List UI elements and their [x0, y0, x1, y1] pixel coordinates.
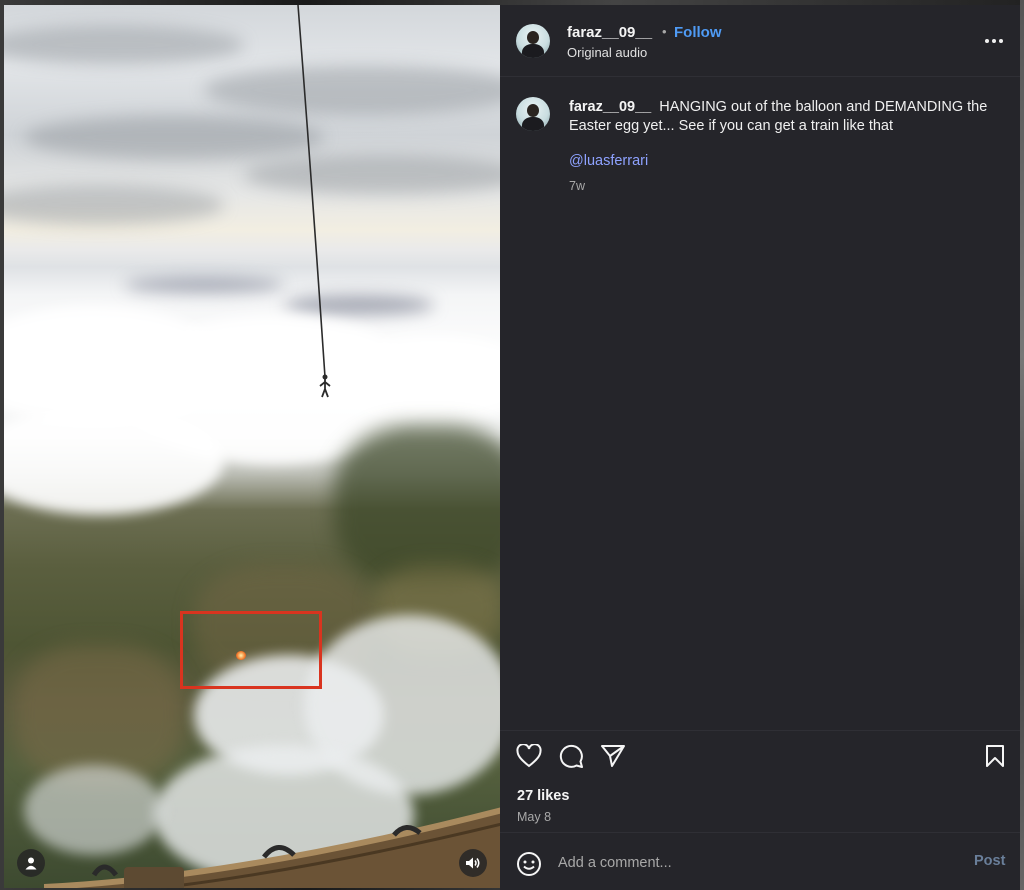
caption-timestamp[interactable]: 7w [569, 179, 585, 193]
rope [297, 5, 331, 398]
save-button[interactable] [980, 741, 1010, 771]
caption: faraz__09__ HANGING out of the balloon a… [569, 98, 989, 136]
likes-count[interactable]: 27 likes [517, 788, 569, 804]
comment-icon [559, 744, 583, 768]
volume-button[interactable] [459, 849, 487, 877]
backdrop-strip [1020, 0, 1024, 890]
post-video[interactable] [4, 5, 500, 888]
comment-button[interactable] [556, 741, 586, 771]
hanging-person [319, 374, 331, 398]
comment-bar: Post [500, 832, 1020, 890]
bookmark-icon [986, 745, 1004, 767]
highlight-box [180, 611, 322, 689]
share-button[interactable] [598, 741, 628, 771]
balloon-basket [44, 807, 500, 888]
avatar[interactable] [516, 24, 550, 58]
volume-icon [466, 857, 480, 869]
user-tag-button[interactable] [17, 849, 45, 877]
caption-username[interactable]: faraz__09__ [569, 99, 651, 115]
more-options-button[interactable] [982, 31, 1006, 51]
separator-dot: • [662, 24, 667, 39]
caption-avatar[interactable] [516, 97, 550, 131]
action-bar: 27 likes May 8 [500, 730, 1020, 830]
post-comment-button[interactable]: Post [974, 853, 1005, 869]
emoji-icon [517, 852, 541, 876]
like-button[interactable] [514, 741, 544, 771]
more-horizontal-icon [985, 39, 989, 43]
mention-link[interactable]: @luasferrari [569, 153, 648, 169]
post-info-panel: faraz__09__ • Follow Original audio fara… [500, 5, 1020, 890]
user-tag-icon [25, 857, 37, 870]
follow-button[interactable]: Follow [674, 24, 722, 41]
audio-label[interactable]: Original audio [567, 45, 647, 60]
post-header: faraz__09__ • Follow Original audio [500, 5, 1020, 77]
heart-icon [516, 744, 542, 768]
author-username[interactable]: faraz__09__ [567, 24, 652, 41]
comment-input[interactable] [558, 851, 938, 875]
share-icon [601, 745, 625, 767]
easter-egg-object [236, 651, 246, 660]
emoji-button[interactable] [516, 851, 542, 877]
post-date: May 8 [517, 810, 552, 824]
